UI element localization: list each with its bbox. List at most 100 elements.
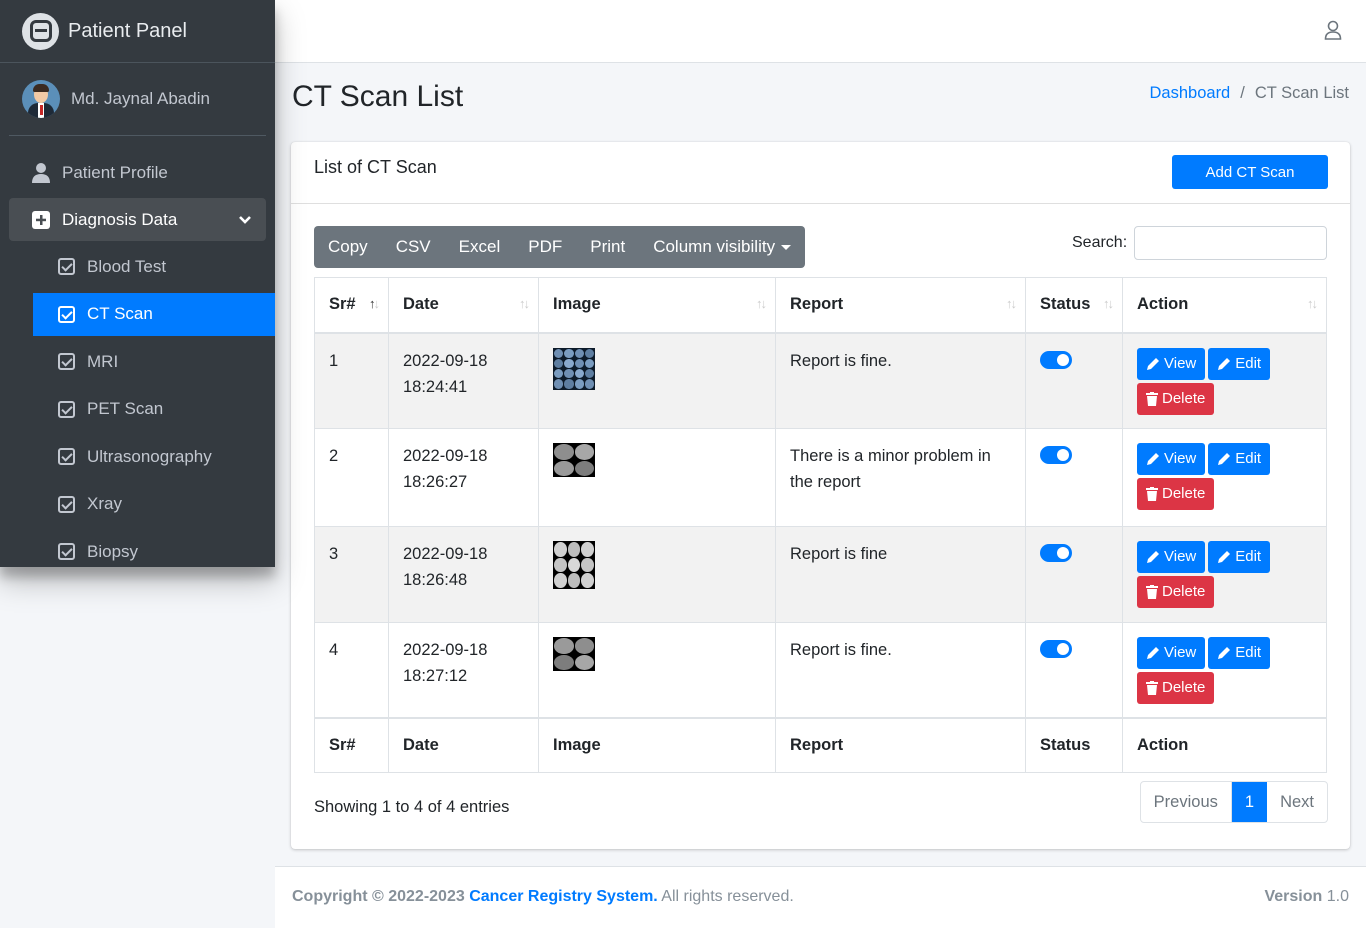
view-button[interactable]: View xyxy=(1137,347,1206,380)
column-header-status[interactable]: Status ↑↓ xyxy=(1025,277,1123,334)
date-value: 2022-09-18 xyxy=(403,641,488,659)
search-label: Search: xyxy=(1072,234,1128,251)
cell-action: View Edit Delete xyxy=(1122,526,1327,623)
cell-date: 2022-09-18 18:27:12 xyxy=(388,622,539,718)
delete-button[interactable]: Delete xyxy=(1137,382,1215,415)
search-input[interactable] xyxy=(1134,226,1327,260)
top-navbar xyxy=(275,0,1366,63)
view-button[interactable]: View xyxy=(1137,443,1206,475)
column-header-report[interactable]: Report ↑↓ xyxy=(775,277,1026,334)
time-value: 18:26:27 xyxy=(403,473,468,491)
version: Version 1.0 xyxy=(1264,888,1349,906)
column-visibility-label: Column visibility xyxy=(653,237,776,256)
check-square-icon xyxy=(56,257,76,277)
sidebar-item-diagnosis-data[interactable]: Diagnosis Data xyxy=(9,198,266,241)
column-visibility-button[interactable]: Column visibility xyxy=(639,226,805,268)
check-square-icon xyxy=(56,447,76,467)
footer-header-sr: Sr# xyxy=(314,716,389,773)
view-button[interactable]: View xyxy=(1137,541,1206,573)
print-button[interactable]: Print xyxy=(576,226,639,268)
sidebar-item-ultrasonography[interactable]: Ultrasonography xyxy=(33,435,275,478)
ct-scan-thumbnail[interactable] xyxy=(553,443,595,477)
cell-status xyxy=(1025,428,1123,527)
sidebar-item-xray[interactable]: Xray xyxy=(33,483,275,526)
cell-date: 2022-09-18 18:26:27 xyxy=(388,428,539,527)
view-button[interactable]: View xyxy=(1137,637,1206,669)
pencil-icon xyxy=(1218,357,1231,370)
edit-button[interactable]: Edit xyxy=(1208,347,1271,380)
delete-label: Delete xyxy=(1162,485,1206,502)
column-header-sr[interactable]: Sr# ↑↓ xyxy=(314,277,389,334)
sidebar-item-ct-scan[interactable]: CT Scan xyxy=(33,292,275,336)
pdf-button[interactable]: PDF xyxy=(514,226,576,268)
sidebar-item-patient-profile[interactable]: Patient Profile xyxy=(9,151,266,194)
edit-button[interactable]: Edit xyxy=(1208,637,1271,669)
copy-button[interactable]: Copy xyxy=(314,226,382,268)
footer-header-report: Report xyxy=(775,716,1026,773)
delete-button[interactable]: Delete xyxy=(1137,672,1215,704)
table-row: 2 2022-09-18 18:26:27 There is a minor pr… xyxy=(314,428,1327,527)
cell-report: There is a minor problem in the report xyxy=(775,428,1026,527)
delete-button[interactable]: Delete xyxy=(1137,478,1215,510)
pencil-icon xyxy=(1218,647,1231,659)
ct-scan-thumbnail[interactable] xyxy=(553,347,595,390)
sidebar-item-biopsy[interactable]: Biopsy xyxy=(33,530,275,567)
cell-sr: 4 xyxy=(314,622,389,718)
column-header-date[interactable]: Date ↑↓ xyxy=(388,277,539,334)
sidebar-item-label: Blood Test xyxy=(87,256,167,276)
pencil-icon xyxy=(1218,551,1231,563)
excel-button[interactable]: Excel xyxy=(445,226,515,268)
add-ct-scan-button[interactable]: Add CT Scan xyxy=(1172,155,1328,189)
breadcrumb: Dashboard / CT Scan List xyxy=(1150,84,1349,103)
column-header-action[interactable]: Action ↑↓ xyxy=(1122,277,1327,334)
time-value: 18:26:48 xyxy=(403,571,468,589)
check-square-icon xyxy=(56,542,76,562)
csv-button[interactable]: CSV xyxy=(382,226,445,268)
caret-down-icon xyxy=(781,244,792,250)
sidebar-item-pet-scan[interactable]: PET Scan xyxy=(33,388,275,431)
cell-image xyxy=(538,332,776,429)
org-link[interactable]: Cancer Registry System. xyxy=(469,888,658,905)
sidebar: Patient Panel Md. Jaynal Abadin Patient … xyxy=(0,0,275,567)
column-header-image[interactable]: Image ↑↓ xyxy=(538,277,776,334)
view-label: View xyxy=(1164,450,1197,467)
delete-button[interactable]: Delete xyxy=(1137,576,1215,608)
edit-label: Edit xyxy=(1235,354,1262,372)
column-header-label: Status xyxy=(1040,295,1091,314)
status-toggle[interactable] xyxy=(1040,544,1072,562)
delete-label: Delete xyxy=(1162,389,1206,407)
view-label: View xyxy=(1164,548,1197,565)
ct-scan-thumbnail[interactable] xyxy=(553,637,595,671)
footer-header-action: Action xyxy=(1122,716,1327,773)
ct-scan-thumbnail[interactable] xyxy=(553,541,595,589)
check-square-icon xyxy=(56,304,76,324)
pencil-icon xyxy=(1218,453,1231,465)
cell-report: Report is fine. xyxy=(775,332,1026,429)
column-header-label: Report xyxy=(790,295,844,314)
table-row: 1 2022-09-18 18:24:41 Report is fine. Vie… xyxy=(314,332,1327,429)
brand-link[interactable]: Patient Panel xyxy=(0,0,275,63)
edit-button[interactable]: Edit xyxy=(1208,443,1271,475)
status-toggle[interactable] xyxy=(1040,446,1072,464)
next-page-button[interactable]: Next xyxy=(1267,782,1327,822)
sidebar-item-label: CT Scan xyxy=(87,304,153,323)
previous-page-button[interactable]: Previous xyxy=(1141,782,1232,822)
column-header-label: Date xyxy=(403,295,439,314)
sidebar-item-mri[interactable]: MRI xyxy=(33,340,275,383)
user-menu-icon[interactable] xyxy=(1324,20,1342,45)
sidebar-item-blood-test[interactable]: Blood Test xyxy=(33,245,275,288)
edit-label: Edit xyxy=(1235,644,1262,661)
page-1-button[interactable]: 1 xyxy=(1231,782,1268,822)
cell-image xyxy=(538,526,776,623)
cell-status xyxy=(1025,332,1123,429)
user-name[interactable]: Md. Jaynal Abadin xyxy=(71,89,210,109)
sidebar-item-label: Patient Profile xyxy=(62,162,168,182)
status-toggle[interactable] xyxy=(1040,640,1072,658)
breadcrumb-dashboard-link[interactable]: Dashboard xyxy=(1150,84,1231,103)
edit-button[interactable]: Edit xyxy=(1208,541,1271,573)
user-panel[interactable]: Md. Jaynal Abadin xyxy=(9,63,266,136)
status-toggle[interactable] xyxy=(1040,350,1072,369)
trash-icon xyxy=(1146,487,1158,501)
pencil-icon xyxy=(1147,647,1159,659)
trash-icon xyxy=(1146,391,1158,406)
